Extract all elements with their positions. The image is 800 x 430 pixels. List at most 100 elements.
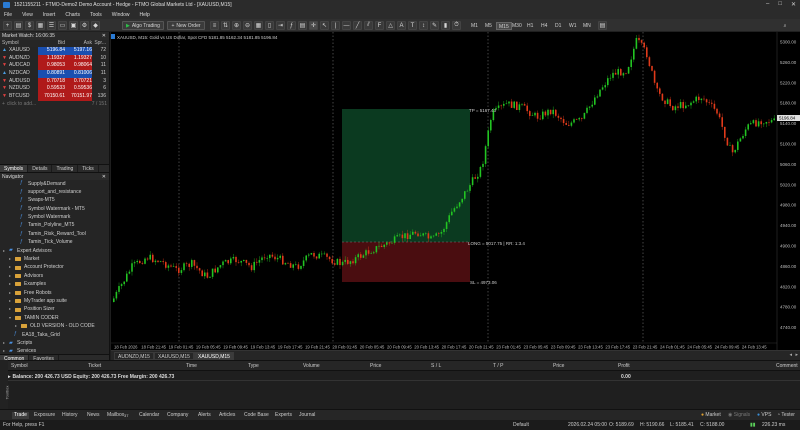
market-watch-icon[interactable]: $ <box>25 21 34 30</box>
navigator-item[interactable]: ƒ Tamin_Tick_Volume <box>0 238 109 246</box>
navigator-item[interactable]: ▸ OLD VERSION - OLD CODE <box>0 322 109 330</box>
tab-company[interactable]: Company <box>165 412 190 419</box>
shapes-icon[interactable]: △ <box>386 21 395 30</box>
tab-calendar[interactable]: Calendar <box>137 412 161 419</box>
signals-button[interactable]: ◉ Signals <box>726 412 752 419</box>
one-click-trading-icon[interactable]: ▤ <box>598 21 607 30</box>
chart-autoscroll-icon[interactable]: ⇥ <box>276 21 285 30</box>
tf-w1[interactable]: W1 <box>567 22 579 30</box>
col-spread[interactable]: Spr... <box>92 40 108 47</box>
status-profile[interactable]: Default <box>513 422 529 428</box>
arrows-icon[interactable]: ↕ <box>419 21 428 30</box>
menu-window[interactable]: Window <box>112 12 130 18</box>
market-watch-row[interactable]: ▼ AUDUSD 0.70718 0.70721 3 <box>0 77 109 86</box>
terminal-icon[interactable]: ▣ <box>69 21 78 30</box>
vps-button[interactable]: ● VPS <box>755 412 773 419</box>
menu-view[interactable]: View <box>22 12 33 18</box>
col-volume[interactable]: Volume <box>303 363 320 369</box>
menu-file[interactable]: File <box>4 12 12 18</box>
tile-windows-icon[interactable]: ▦ <box>254 21 263 30</box>
col-ask[interactable]: Ask <box>65 40 92 47</box>
navigator-icon[interactable]: ☰ <box>47 21 56 30</box>
crosshair-icon[interactable]: ✛ <box>309 21 318 30</box>
tf-mn[interactable]: MN <box>581 22 593 30</box>
tab-journal[interactable]: Journal <box>297 412 317 419</box>
navigator-item[interactable]: ƒ Swaps-MT5 <box>0 196 109 204</box>
stop-loss-zone[interactable] <box>342 242 470 282</box>
navigator-item[interactable]: ▸ Advisors <box>0 272 109 280</box>
maximize-icon[interactable]: □ <box>778 1 782 8</box>
expand-icon[interactable]: ▸ <box>8 272 12 280</box>
col-sl[interactable]: S / L <box>431 363 441 369</box>
profiles-icon[interactable]: ▤ <box>14 21 23 30</box>
objects-icon[interactable]: ✎ <box>430 21 439 30</box>
tab-code-base[interactable]: Code Base <box>242 412 271 419</box>
expand-icon[interactable]: ▸ <box>2 347 6 353</box>
navigator-item[interactable]: ▸ Position Sizer <box>0 305 109 313</box>
navigator-item[interactable]: ƒ Tamin_Risk_Reward_Tool <box>0 230 109 238</box>
fibonacci-icon[interactable]: F <box>375 21 384 30</box>
col-price[interactable]: Price <box>370 363 381 369</box>
expand-icon[interactable]: ▸ <box>8 297 12 305</box>
market-watch-row[interactable]: ▼ NZDUSD 0.59533 0.59536 6 <box>0 85 109 94</box>
toolbox-side-label[interactable]: Toolbox <box>0 360 9 409</box>
tf-d1[interactable]: D1 <box>553 22 563 30</box>
expand-icon[interactable]: ▸ <box>2 339 6 347</box>
algo-trading-button[interactable]: ▶ Algo Trading <box>122 21 164 30</box>
expand-icon[interactable]: ▸ <box>8 289 12 297</box>
expand-icon[interactable]: ▸ <box>8 305 12 313</box>
navigator-item[interactable]: ▸ MyTrader app suite <box>0 297 109 305</box>
navigator-item[interactable]: ƒ support_and_resistance <box>0 188 109 196</box>
price-chart[interactable]: TP = 5167.43 LONG = 5017.75 | RR: 1:3.4 … <box>111 32 800 350</box>
market-watch-row[interactable]: ▲ NZDCAD 0.80891 0.81006 11 <box>0 70 109 78</box>
market-watch-row[interactable]: ▼ AUDCAD 0.98053 0.98064 11 <box>0 62 109 71</box>
navigator-item[interactable]: ▸ Free Robots <box>0 289 109 297</box>
minimize-icon[interactable]: – <box>766 1 769 8</box>
navigator-item[interactable]: ▾ TAMIN CODER <box>0 314 109 322</box>
period-icon[interactable]: ⏱ <box>452 21 461 30</box>
ide-icon[interactable]: ◆ <box>91 21 100 30</box>
col-tp[interactable]: T / P <box>493 363 503 369</box>
vertical-line-icon[interactable]: | <box>331 21 340 30</box>
new-chart-icon[interactable]: + <box>3 21 12 30</box>
menu-help[interactable]: Help <box>140 12 150 18</box>
expand-icon[interactable]: ▸ <box>8 280 12 288</box>
market-watch-row[interactable]: ▼ AUDNZD 1.19327 1.19327 10 <box>0 54 109 63</box>
tf-h4[interactable]: H4 <box>539 22 549 30</box>
close-icon[interactable]: ✕ <box>791 1 796 8</box>
chart-tab-audnzd[interactable]: AUDNZD,M15 <box>114 352 154 360</box>
new-order-button[interactable]: + New Order <box>167 21 205 30</box>
channel-icon[interactable]: ⫽ <box>364 21 373 30</box>
navigator-item[interactable]: ƒ Supply&Demand <box>0 180 109 188</box>
tab-alerts[interactable]: Alerts <box>196 412 213 419</box>
market-button[interactable]: ● Market <box>699 412 723 419</box>
menu-insert[interactable]: Insert <box>43 12 56 18</box>
menu-charts[interactable]: Charts <box>65 12 80 18</box>
chart-shift-icon[interactable]: ▯ <box>265 21 274 30</box>
close-icon[interactable]: ✕ <box>102 32 106 40</box>
tab-ticks[interactable]: Ticks <box>78 164 99 172</box>
tab-scroll-left-icon[interactable]: ◂ <box>789 352 792 358</box>
strategy-tester-icon[interactable]: ⚙ <box>80 21 89 30</box>
tab-experts[interactable]: Experts <box>273 412 294 419</box>
tab-exposure[interactable]: Exposure <box>32 412 57 419</box>
tf-m30[interactable]: M30 <box>510 22 524 30</box>
col-time[interactable]: Time <box>186 363 197 369</box>
col-comment[interactable]: Comment <box>776 363 798 369</box>
collapse-icon[interactable]: ▾ <box>8 314 12 322</box>
navigator-item[interactable]: ▸ Market <box>0 255 109 263</box>
chart-tab-xauusd[interactable]: XAUUSD,M15 <box>154 352 194 360</box>
tab-trading[interactable]: Trading <box>52 164 79 172</box>
search-icon[interactable]: ⌕ <box>778 21 792 30</box>
menu-tools[interactable]: Tools <box>90 12 102 18</box>
templates-icon[interactable]: ▤ <box>298 21 307 30</box>
col-symbol[interactable]: Symbol <box>0 40 38 47</box>
tester-button[interactable]: ◔ Tester <box>775 412 797 419</box>
horizontal-line-icon[interactable]: — <box>342 21 351 30</box>
tab-history[interactable]: History <box>60 412 80 419</box>
trendline-icon[interactable]: ╱ <box>353 21 362 30</box>
navigator-item[interactable]: ▸ ▰ Scripts <box>0 339 109 347</box>
zoom-in-icon[interactable]: ⊕ <box>232 21 241 30</box>
navigator-item[interactable]: ƒ EA18_Taka_Grid <box>0 331 109 339</box>
trade-up-icon[interactable]: ⇅ <box>221 21 230 30</box>
